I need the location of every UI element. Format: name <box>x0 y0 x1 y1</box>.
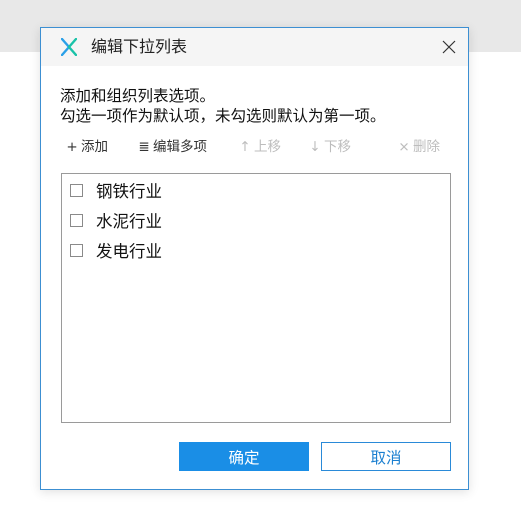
delete-button[interactable]: × 删除 <box>397 138 440 156</box>
dialog-title: 编辑下拉列表 <box>91 37 188 56</box>
plus-icon: + <box>66 139 78 155</box>
item-checkbox[interactable] <box>70 213 83 227</box>
edit-multiple-label: 编辑多项 <box>153 139 207 155</box>
item-checkbox[interactable] <box>70 243 83 257</box>
delete-label: 删除 <box>413 139 440 155</box>
close-icon[interactable] <box>440 38 458 56</box>
description-line-2: 勾选一项作为默认项，未勾选则默认为第一项。 <box>60 107 386 125</box>
item-label: 发电行业 <box>96 242 162 261</box>
move-down-label: 下移 <box>324 139 351 155</box>
cancel-button[interactable]: 取消 <box>321 442 451 471</box>
dialog-titlebar: 编辑下拉列表 <box>41 28 468 66</box>
arrow-down-icon: ↓ <box>309 139 321 155</box>
list-item[interactable]: 发电行业 <box>70 239 162 261</box>
list-toolbar: + 添加 ≣ 编辑多项 ↑ 上移 ↓ 下移 × 删除 <box>65 138 448 156</box>
list-edit-icon: ≣ <box>138 139 150 155</box>
ok-button[interactable]: 确定 <box>179 442 309 471</box>
arrow-up-icon: ↑ <box>239 139 251 155</box>
list-item[interactable]: 水泥行业 <box>70 209 162 231</box>
move-up-label: 上移 <box>254 139 281 155</box>
add-label: 添加 <box>81 139 108 155</box>
add-button[interactable]: + 添加 <box>65 138 108 156</box>
edit-multiple-button[interactable]: ≣ 编辑多项 <box>137 138 207 156</box>
edit-dropdown-dialog: 编辑下拉列表 添加和组织列表选项。 勾选一项作为默认项，未勾选则默认为第一项。 … <box>40 27 469 490</box>
item-checkbox[interactable] <box>70 183 83 197</box>
item-label: 水泥行业 <box>96 212 162 231</box>
list-item[interactable]: 钢铁行业 <box>70 179 162 201</box>
move-up-button[interactable]: ↑ 上移 <box>238 138 281 156</box>
dialog-description: 添加和组织列表选项。 勾选一项作为默认项，未勾选则默认为第一项。 <box>60 86 386 126</box>
x-logo-icon <box>61 38 77 56</box>
move-down-button[interactable]: ↓ 下移 <box>308 138 351 156</box>
description-line-1: 添加和组织列表选项。 <box>60 87 216 105</box>
close-small-icon: × <box>398 139 410 155</box>
options-list[interactable]: 钢铁行业 水泥行业 发电行业 <box>61 173 451 423</box>
item-label: 钢铁行业 <box>96 182 162 201</box>
